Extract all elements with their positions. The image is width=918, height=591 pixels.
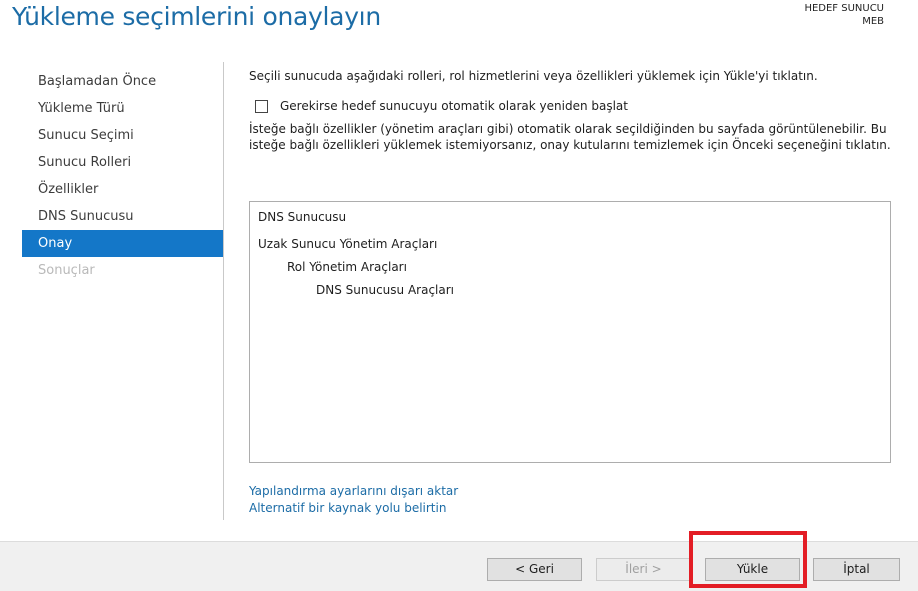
nav-item-before-you-begin[interactable]: Başlamadan Önce	[22, 68, 223, 95]
restart-checkbox[interactable]	[255, 99, 268, 113]
links-area: Yapılandırma ayarlarını dışarı aktar Alt…	[249, 483, 458, 517]
install-button[interactable]: Yükle	[705, 558, 800, 581]
nav-item-results: Sonuçlar	[38, 263, 95, 278]
wizard-nav: Başlamadan Önce Yükleme Türü Sunucu Seçi…	[22, 68, 223, 284]
main-content: Seçili sunucuda aşağıdaki rolleri, rol h…	[249, 60, 899, 515]
target-server-label: HEDEF SUNUCU	[804, 3, 884, 14]
nav-item-server-roles[interactable]: Sunucu Rolleri	[22, 149, 223, 176]
restart-option[interactable]: Gerekirse hedef sunucuyu otomatik olarak…	[249, 97, 899, 115]
page-title: Yükleme seçimlerini onaylayın	[12, 2, 381, 31]
next-button: İleri >	[596, 558, 691, 581]
footer-bar: < Geri İleri > Yükle İptal	[0, 541, 918, 591]
list-item: DNS Sunucusu	[258, 210, 347, 224]
alternate-source-link[interactable]: Alternatif bir kaynak yolu belirtin	[249, 500, 458, 517]
nav-divider	[223, 62, 224, 520]
target-server-name: MEB	[862, 16, 884, 27]
list-item: DNS Sunucusu Araçları	[316, 283, 455, 297]
back-button[interactable]: < Geri	[487, 558, 582, 581]
nav-item-features[interactable]: Özellikler	[22, 176, 223, 203]
nav-item-server-selection[interactable]: Sunucu Seçimi	[22, 122, 223, 149]
nav-item-confirmation[interactable]: Onay	[22, 230, 223, 257]
export-settings-link[interactable]: Yapılandırma ayarlarını dışarı aktar	[249, 483, 458, 500]
restart-checkbox-label[interactable]: Gerekirse hedef sunucuyu otomatik olarak…	[280, 98, 628, 114]
nav-item-installation-type[interactable]: Yükleme Türü	[22, 95, 223, 122]
list-item: Rol Yönetim Araçları	[287, 260, 407, 274]
nav-item-dns-server[interactable]: DNS Sunucusu	[22, 203, 223, 230]
target-server-info: HEDEF SUNUCU MEB	[804, 2, 884, 28]
info-text: İsteğe bağlı özellikler (yönetim araçlar…	[249, 122, 891, 152]
intro-text: Seçili sunucuda aşağıdaki rolleri, rol h…	[249, 69, 818, 83]
cancel-button[interactable]: İptal	[813, 558, 900, 581]
selected-features-list[interactable]: DNS Sunucusu Uzak Sunucu Yönetim Araçlar…	[249, 201, 891, 463]
list-item: Uzak Sunucu Yönetim Araçları	[258, 237, 438, 251]
